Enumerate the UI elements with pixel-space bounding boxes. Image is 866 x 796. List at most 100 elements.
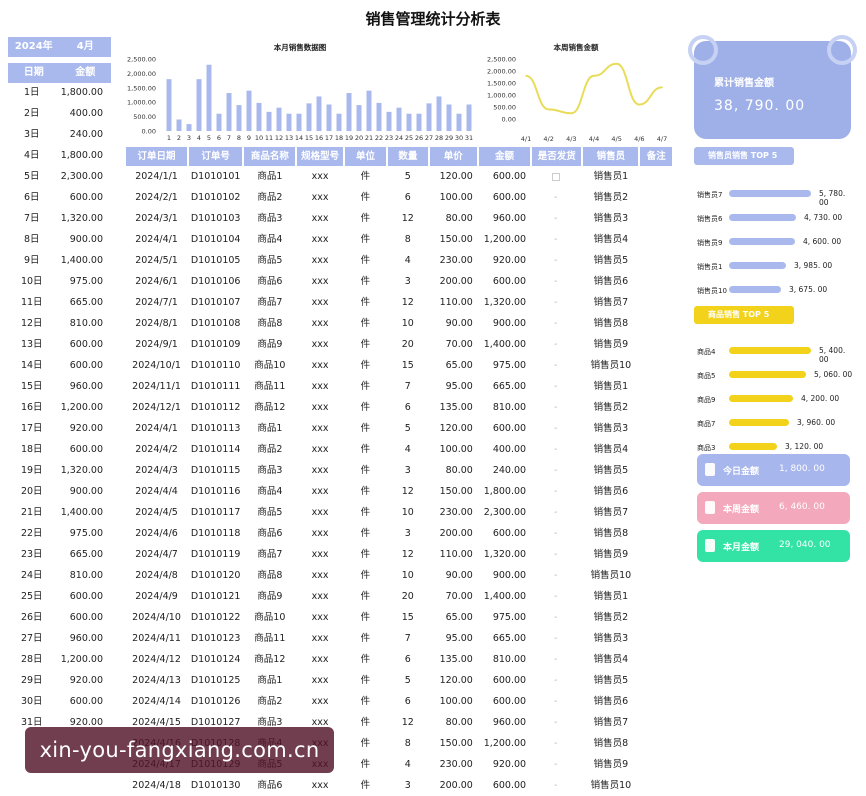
table-cell: 商品3 — [257, 465, 283, 476]
point-4/4 — [593, 75, 595, 77]
month-value[interactable]: 4月 — [60, 37, 112, 57]
table-cell: 200.00 — [439, 528, 473, 539]
bar-10 — [256, 102, 262, 131]
shipped-checkbox[interactable]: - — [532, 439, 581, 460]
table-cell: 销售员9 — [593, 339, 629, 350]
shipped-checkbox[interactable]: - — [532, 733, 581, 754]
day-row: 23日 665.00 — [8, 544, 111, 565]
shipped-checkbox[interactable]: - — [532, 460, 581, 481]
table-cell: 销售员3 — [593, 633, 629, 644]
shipped-checkbox[interactable]: - — [532, 712, 581, 733]
checkbox-icon[interactable] — [551, 172, 560, 181]
day-amount: 1,800.00 — [60, 87, 103, 98]
shipped-checkbox[interactable]: - — [532, 376, 581, 397]
shipped-checkbox[interactable]: - — [532, 565, 581, 586]
shipped-value: - — [553, 591, 558, 602]
shipped-checkbox[interactable] — [532, 166, 581, 187]
table-cell: 2024/4/2 — [135, 444, 178, 455]
shipped-checkbox[interactable]: - — [532, 208, 581, 229]
column-header[interactable]: 销售员 — [583, 147, 639, 166]
y-tick-label: 1,000.00 — [487, 92, 516, 100]
shipped-checkbox[interactable]: - — [532, 418, 581, 439]
table-cell: xxx — [311, 465, 329, 476]
column-header[interactable]: 订单日期 — [126, 147, 188, 166]
shipped-checkbox[interactable]: - — [532, 775, 581, 796]
table-cell: 95.00 — [445, 381, 473, 392]
year-month-selector[interactable]: 2024年 4月 — [8, 37, 111, 57]
table-cell: 件 — [360, 759, 371, 770]
x-tick-label: 24 — [395, 134, 403, 142]
table-cell: 商品10 — [254, 612, 286, 623]
shipped-checkbox[interactable]: - — [532, 628, 581, 649]
column-header[interactable]: 备注 — [640, 147, 672, 166]
table-cell: 8 — [404, 738, 411, 749]
day-amount: 900.00 — [69, 486, 103, 497]
day-amount: 665.00 — [69, 549, 103, 560]
table-cell: 销售员1 — [593, 171, 629, 182]
shipped-checkbox[interactable]: - — [532, 271, 581, 292]
table-row: 2024/3/1 D1010103 商品3 xxx 件 12 80.00 960.00 - 销售员… — [126, 208, 674, 229]
table-cell: 4 — [404, 759, 411, 770]
column-header[interactable]: 金额 — [478, 147, 531, 166]
ranking-value: 5, 400. 00 — [819, 346, 846, 364]
table-cell: 1,200.00 — [483, 234, 527, 245]
column-header[interactable]: 单价 — [429, 147, 477, 166]
shipped-checkbox[interactable]: - — [532, 481, 581, 502]
table-cell: 销售员9 — [593, 549, 629, 560]
shipped-checkbox[interactable]: - — [532, 523, 581, 544]
ranking-name: 销售员7 — [697, 191, 723, 199]
shipped-value: - — [553, 297, 558, 308]
shipped-checkbox[interactable]: - — [532, 355, 581, 376]
remark-cell — [640, 502, 672, 523]
table-cell: 7 — [404, 633, 411, 644]
table-cell: 件 — [360, 633, 371, 644]
shipped-value: - — [553, 633, 558, 644]
shipped-checkbox[interactable]: - — [532, 250, 581, 271]
shipped-checkbox[interactable]: - — [532, 292, 581, 313]
day-label: 7日 — [23, 213, 40, 224]
table-cell: 件 — [360, 255, 371, 266]
shipped-checkbox[interactable]: - — [532, 649, 581, 670]
table-cell: 2024/4/12 — [132, 654, 181, 665]
x-tick-label: 4/3 — [566, 135, 576, 143]
shipped-value: - — [553, 423, 558, 434]
shipped-checkbox[interactable]: - — [532, 670, 581, 691]
table-cell: 80.00 — [445, 717, 473, 728]
shipped-checkbox[interactable]: - — [532, 754, 581, 775]
shipped-checkbox[interactable]: - — [532, 691, 581, 712]
column-header[interactable]: 订单号 — [189, 147, 243, 166]
column-header[interactable]: 单位 — [344, 147, 387, 166]
shipped-checkbox[interactable]: - — [532, 544, 581, 565]
shipped-checkbox[interactable]: - — [532, 607, 581, 628]
column-header[interactable]: 商品名称 — [244, 147, 296, 166]
x-tick-label: 5 — [207, 134, 211, 142]
table-cell: 销售员2 — [593, 402, 629, 413]
table-cell: xxx — [311, 213, 329, 224]
x-tick-label: 19 — [345, 134, 353, 142]
shipped-checkbox[interactable]: - — [532, 397, 581, 418]
table-cell: 1,400.00 — [483, 339, 527, 350]
day-amount: 2,300.00 — [60, 171, 103, 182]
table-cell: 销售员8 — [593, 528, 629, 539]
shipped-value: - — [553, 654, 558, 665]
column-header[interactable]: 规格型号 — [297, 147, 343, 166]
shipped-checkbox[interactable]: - — [532, 229, 581, 250]
bar-17 — [326, 104, 332, 131]
shipped-checkbox[interactable]: - — [532, 586, 581, 607]
column-header[interactable]: 数量 — [388, 147, 428, 166]
table-cell: D1010107 — [190, 297, 241, 308]
x-tick-label: 10 — [255, 134, 263, 142]
remark-cell — [640, 754, 672, 775]
shipped-checkbox[interactable]: - — [532, 313, 581, 334]
shipped-checkbox[interactable]: - — [532, 334, 581, 355]
table-cell: 80.00 — [445, 213, 473, 224]
shipped-checkbox[interactable]: - — [532, 187, 581, 208]
table-cell: xxx — [311, 549, 329, 560]
table-cell: 销售员6 — [593, 486, 629, 497]
bar-1 — [166, 79, 172, 131]
table-cell: 200.00 — [439, 276, 473, 287]
year-value[interactable]: 2024年 — [8, 37, 60, 57]
column-header[interactable]: 是否发货 — [532, 147, 582, 166]
shipped-checkbox[interactable]: - — [532, 502, 581, 523]
bar-15 — [306, 103, 312, 131]
